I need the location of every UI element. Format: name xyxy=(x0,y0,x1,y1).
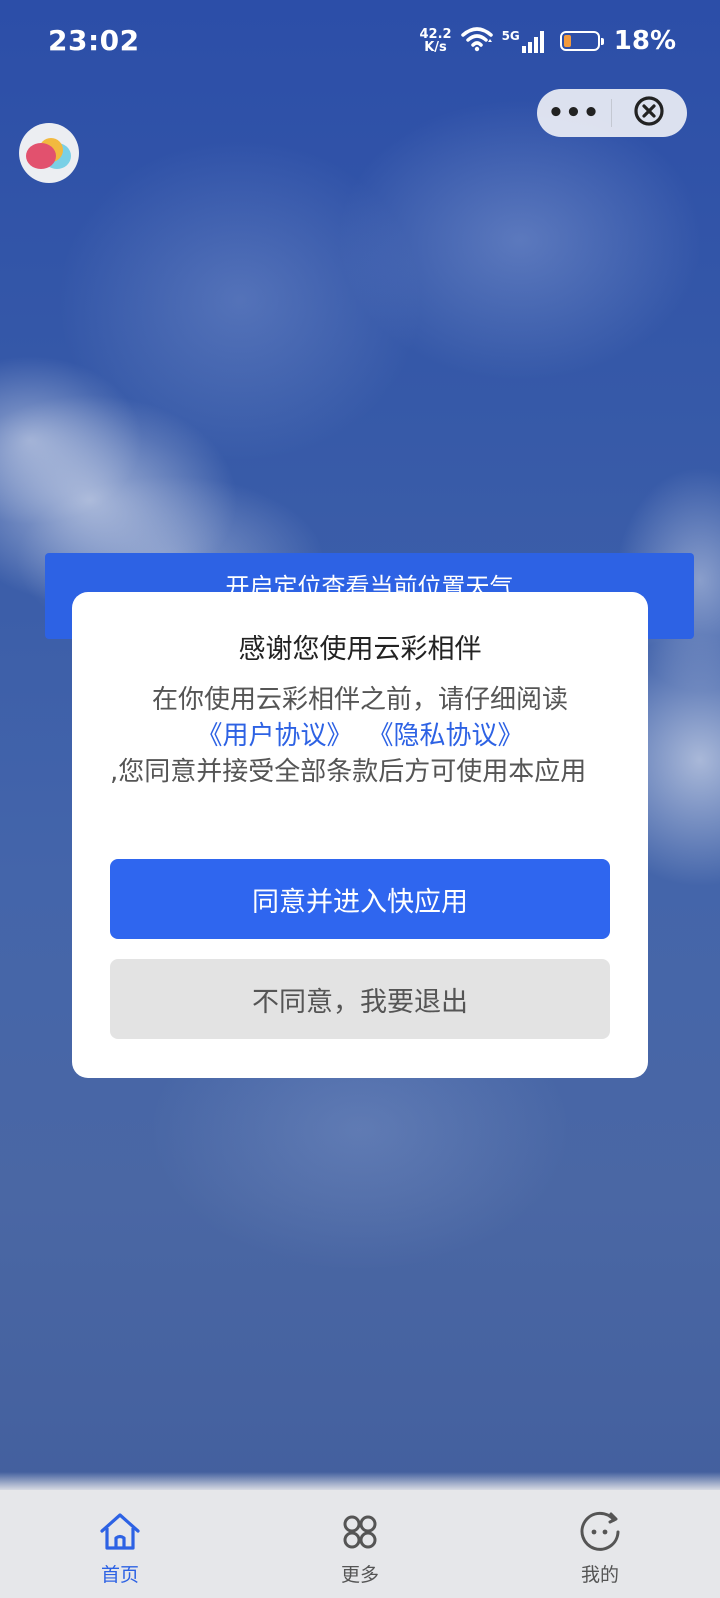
battery-level-fill xyxy=(563,35,571,47)
grid-icon xyxy=(343,1515,377,1549)
nav-item-mine[interactable]: 我的 xyxy=(480,1490,720,1598)
privacy-dialog: 感谢您使用云彩相伴 在你使用云彩相伴之前，请仔细阅读 《用户协议》 《隐私协议》 … xyxy=(72,592,648,1078)
nav-item-more[interactable]: 更多 xyxy=(240,1490,480,1598)
network-type-label: 5G xyxy=(501,29,520,43)
user-agreement-link[interactable]: 《用户协议》 xyxy=(196,721,352,751)
network-speed-unit: K/s xyxy=(424,40,447,55)
exit-app-button[interactable] xyxy=(612,89,686,137)
more-dots-icon: ••• xyxy=(547,98,601,128)
status-time: 23:02 xyxy=(48,24,140,57)
app-logo xyxy=(19,123,79,183)
profile-face-icon xyxy=(580,1511,620,1551)
network-speed: 42.2 K/s xyxy=(419,28,451,54)
dialog-intro: 在你使用云彩相伴之前，请仔细阅读 xyxy=(151,685,568,715)
close-circle-icon xyxy=(632,94,666,132)
dialog-title: 感谢您使用云彩相伴 xyxy=(238,634,482,665)
battery-percent: 18% xyxy=(613,26,676,56)
status-indicators: 42.2 K/s 5G 18% xyxy=(419,26,676,56)
wifi-icon xyxy=(460,26,494,56)
cellular-signal-icon: 5G xyxy=(502,29,548,53)
cloud-logo-icon xyxy=(26,138,71,169)
nav-label-mine: 我的 xyxy=(580,1564,619,1586)
dialog-message: 在你使用云彩相伴之前，请仔细阅读 《用户协议》 《隐私协议》 ,您同意并接受全部条… xyxy=(110,682,610,790)
nav-item-home[interactable]: 首页 xyxy=(0,1490,240,1598)
battery-icon xyxy=(559,31,604,51)
more-options-button[interactable]: ••• xyxy=(537,89,611,137)
agreement-links: 《用户协议》 《隐私协议》 xyxy=(110,718,610,754)
nav-label-more: 更多 xyxy=(340,1564,379,1586)
bottom-nav: 首页 更多 我的 xyxy=(0,1472,720,1598)
disagree-exit-button[interactable]: 不同意，我要退出 xyxy=(110,959,610,1039)
privacy-policy-link[interactable]: 《隐私协议》 xyxy=(381,721,524,751)
nav-label-home: 首页 xyxy=(100,1564,139,1586)
home-icon xyxy=(100,1513,140,1550)
capsule-menu: ••• xyxy=(537,89,687,137)
status-bar: 23:02 42.2 K/s 5G 18% xyxy=(0,0,720,88)
agree-button[interactable]: 同意并进入快应用 xyxy=(110,859,610,939)
dialog-body: ,您同意并接受全部条款后方可使用本应用 xyxy=(110,757,587,787)
